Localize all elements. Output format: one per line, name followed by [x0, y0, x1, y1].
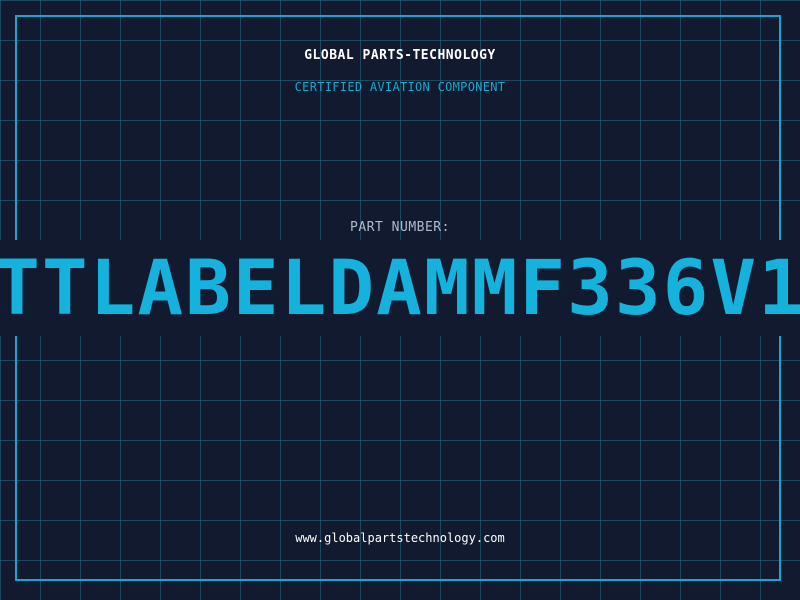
company-name: GLOBAL PARTS-TECHNOLOGY: [304, 48, 496, 63]
part-number-label: PART NUMBER:: [350, 220, 450, 235]
part-number-value: NTTLABELDAMMF336V10: [0, 243, 800, 332]
website-url: www.globalpartstechnology.com: [295, 531, 505, 545]
part-label-page: GLOBAL PARTS-TECHNOLOGY CERTIFIED AVIATI…: [0, 0, 800, 600]
part-number-band: NTTLABELDAMMF336V10: [0, 240, 800, 336]
certification-subtitle: CERTIFIED AVIATION COMPONENT: [294, 80, 506, 94]
